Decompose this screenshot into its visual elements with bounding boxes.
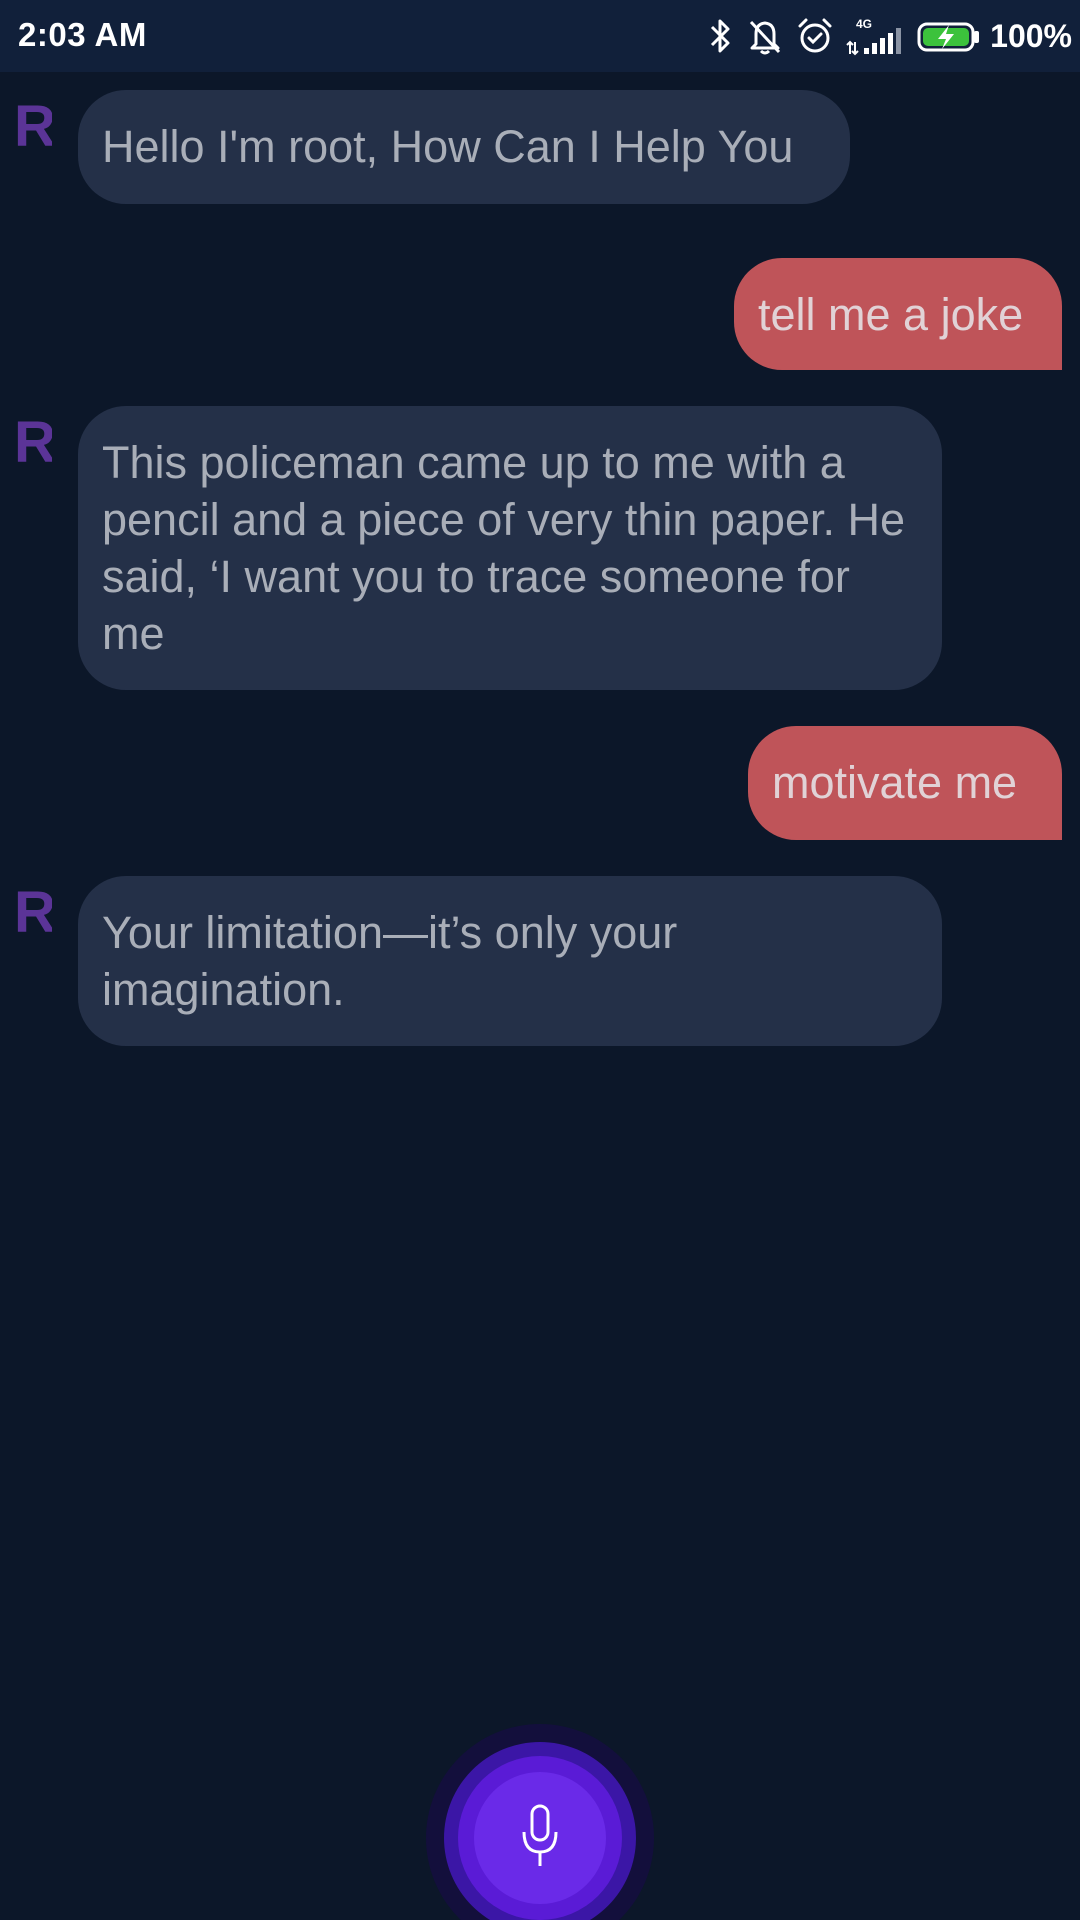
bot-avatar-icon: R [14,412,52,468]
chat-message-bot: R This policeman came up to me with a pe… [0,406,1080,690]
bot-message-bubble: Your limitation—it’s only your imaginati… [78,876,942,1046]
battery-charging-icon [917,22,980,52]
bot-avatar-icon: R [14,882,52,938]
status-icons: 4G 100% [696,12,1072,60]
chat-message-bot: R Your limitation—it’s only your imagina… [0,876,1080,1046]
battery-percent: 100% [990,17,1072,54]
svg-text:R: R [14,412,52,468]
bluetooth-icon [711,19,730,53]
user-message-bubble: tell me a joke [734,258,1062,370]
message-text: Your limitation—it’s only your imaginati… [102,907,678,1015]
message-text: tell me a joke [758,289,1024,340]
chat-list: R Hello I'm root, How Can I Help You tel… [0,72,1080,1712]
user-message-bubble: motivate me [748,726,1062,840]
message-text: This policeman came up to me with a penc… [102,437,906,659]
signal-icon: 4G [846,17,902,56]
bot-message-bubble: This policeman came up to me with a penc… [78,406,942,690]
bell-off-icon [750,20,781,55]
svg-text:R: R [14,882,52,938]
microphone-button[interactable] [474,1772,606,1904]
microphone-icon [522,1804,558,1866]
status-bar: 2:03 AM 4G 100% [0,0,1080,72]
chat-screen: 2:03 AM 4G 100% R Hello I'm root, How Ca… [0,0,1080,1920]
chat-message-user: motivate me [0,726,1080,840]
network-type-label: 4G [856,17,872,31]
bot-avatar-icon: R [14,96,52,152]
mic-button-glow [426,1724,654,1920]
chat-message-bot: R Hello I'm root, How Can I Help You [0,90,1080,204]
message-text: Hello I'm root, How Can I Help You [102,121,794,172]
bot-message-bubble: Hello I'm root, How Can I Help You [78,90,850,204]
chat-message-user: tell me a joke [0,258,1080,370]
status-time: 2:03 AM [18,16,147,53]
message-text: motivate me [772,757,1018,808]
alarm-icon [798,18,832,53]
svg-text:R: R [14,96,52,152]
